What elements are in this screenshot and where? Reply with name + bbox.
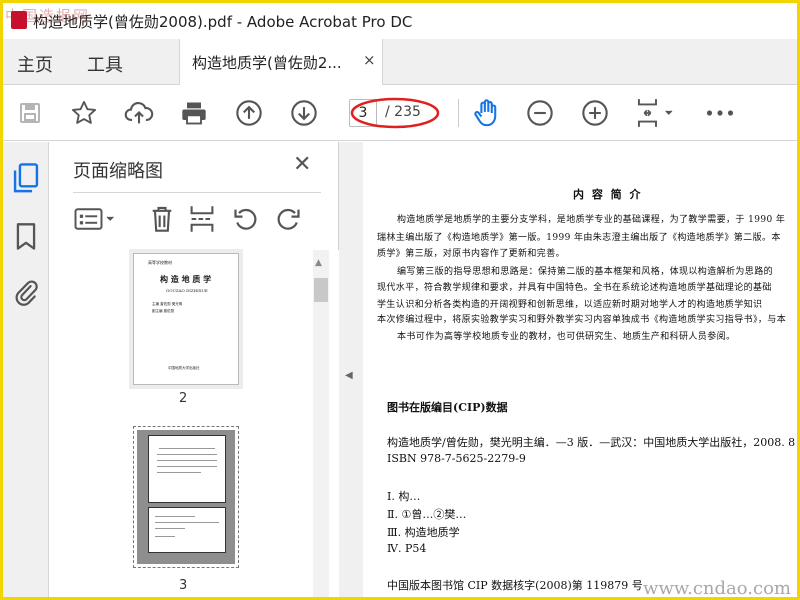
thumb3-cip-box [148, 507, 226, 553]
title-bar: 构造地质学(曾佐勋2008).pdf - Adobe Acrobat Pro D… [3, 3, 797, 37]
panel-title: 页面缩略图 [73, 161, 163, 182]
delete-icon[interactable] [145, 202, 179, 236]
thumbnail-scroll-thumb[interactable] [314, 278, 328, 302]
page-up-icon[interactable] [232, 96, 266, 130]
document-view[interactable]: 内 容 简 介 构造地质学是地质学的主要分支学科，是地质学专业的基础课程，为了教… [363, 142, 797, 599]
attachment-icon[interactable] [13, 278, 39, 308]
page-thumbnails-panel: 页面缩略图 ✕ 高等学校教材 构 造 地 质 学 GOUZAO DIZHIXUE… [49, 142, 339, 597]
toolbar: 3 / 235 [3, 85, 797, 141]
page-thumbnails-icon[interactable] [11, 162, 41, 196]
tab-document[interactable]: 构造地质学(曾佐勋2... × [179, 39, 383, 85]
cip-footer: 中国版本图书馆 CIP 数据核字(2008)第 119879 号 [387, 579, 643, 592]
doc-para2-line3: 学生认识和分析各类构造的开阔视野和创新思维，以适应新时期对地学人才的构造地质学知… [377, 300, 763, 310]
collapse-panel-icon[interactable]: ◀ [345, 370, 353, 381]
options-icon[interactable] [71, 202, 119, 236]
close-tab-icon[interactable]: × [363, 51, 376, 69]
thumb-header: 高等学校教材 [148, 260, 172, 265]
toolbar-divider [458, 99, 459, 127]
cloud-upload-icon[interactable] [122, 96, 156, 130]
save-icon[interactable] [13, 96, 47, 130]
star-icon[interactable] [67, 96, 101, 130]
document-tab-label: 构造地质学(曾佐勋2... [192, 54, 342, 72]
doc-para2-line4: 本次修编过程中，将原实验教学实习和野外教学实习内容单独成书《构造地质学实习指导书… [377, 315, 787, 325]
thumb-subtitle: GOUZAO DIZHIXUE [166, 288, 208, 293]
panel-splitter[interactable]: ◀ [339, 142, 363, 597]
thumbnail-label-2: 2 [179, 391, 188, 406]
fit-page-icon[interactable] [633, 96, 679, 130]
cip-line1: 构造地质学/曾佐勋，樊光明主编．—3 版．—武汉：中国地质大学出版社，2008.… [387, 436, 796, 449]
cip-heading: 图书在版编目(CIP)数据 [387, 401, 508, 414]
thumb3-page-content [148, 435, 226, 503]
app-window: 构造地质学(曾佐勋2008).pdf - Adobe Acrobat Pro D… [0, 0, 800, 600]
thumbnail-label-3: 3 [179, 578, 188, 593]
tab-tools[interactable]: 工具 [87, 51, 123, 77]
cip-isbn: ISBN 978-7-5625-2279-9 [387, 452, 526, 465]
scroll-up-arrow-icon[interactable]: ▲ [315, 258, 322, 268]
tab-home[interactable]: 主页 [17, 51, 53, 77]
bookmark-icon[interactable] [13, 222, 39, 252]
doc-para1-line2: 瑞林主编出版了《构造地质学》第一版。1999 年由朱志澄主编出版了《构造地质学》… [377, 233, 781, 243]
cip-item-4: Ⅳ. P54 [387, 542, 427, 555]
doc-para2-line2: 现代水平，符合教学规律和要求，并具有中国特色。全书在系统论述构造地质学基础理论的… [377, 283, 772, 293]
thumb-publisher: 中国地质大学出版社 [168, 366, 200, 370]
doc-para3: 本书可作为高等学校地质专业的教材，也可供研究生、地质生产和科研人员参阅。 [397, 332, 736, 342]
doc-para2-line1: 编写第三版的指导思想和思路是：保持第二版的基本框架和风格，体现以构造解析为思路的 [397, 267, 774, 277]
watermark-bottom-right: www.cndao.com [643, 578, 791, 599]
doc-heading: 内 容 简 介 [573, 188, 643, 201]
thumb-line1: 主编 曾佐勋 樊光明 [152, 302, 183, 306]
thumb-line2: 副主编 曾佐勋 [152, 309, 175, 313]
hand-tool-icon[interactable] [469, 96, 503, 130]
thumbnail-page-3[interactable] [133, 426, 239, 568]
more-icon[interactable] [703, 96, 737, 130]
panel-divider [73, 192, 321, 193]
doc-para1-line3: 质学》第三版，对原书内容作了更新和完善。 [377, 249, 566, 259]
page-down-icon[interactable] [287, 96, 321, 130]
doc-para1-line1: 构造地质学是地质学的主要分支学科，是地质学专业的基础课程，为了教学需要，于 19… [397, 215, 786, 225]
cip-item-3: Ⅲ. 构造地质学 [387, 526, 460, 539]
insert-icon[interactable] [185, 202, 219, 236]
watermark-top-left: 中国造报网 [5, 7, 91, 25]
menu-tab-bar: 主页 工具 构造地质学(曾佐勋2... × [3, 39, 797, 85]
thumb-title: 构 造 地 质 学 [160, 274, 212, 284]
zoom-in-icon[interactable] [578, 96, 612, 130]
thumbnail-page-2[interactable]: 高等学校教材 构 造 地 质 学 GOUZAO DIZHIXUE 主编 曾佐勋 … [133, 253, 239, 385]
rotate-ccw-icon[interactable] [229, 202, 263, 236]
navigation-rail [3, 142, 49, 597]
close-panel-icon[interactable]: ✕ [293, 152, 311, 177]
cip-item-1: Ⅰ. 构… [387, 490, 421, 503]
rotate-cw-icon[interactable] [271, 202, 305, 236]
zoom-out-icon[interactable] [523, 96, 557, 130]
red-annotation-oval [350, 97, 440, 129]
print-icon[interactable] [177, 96, 211, 130]
cip-item-2: Ⅱ. ①曾…②樊… [387, 508, 467, 521]
thumbnail-scrollbar[interactable] [313, 250, 329, 597]
